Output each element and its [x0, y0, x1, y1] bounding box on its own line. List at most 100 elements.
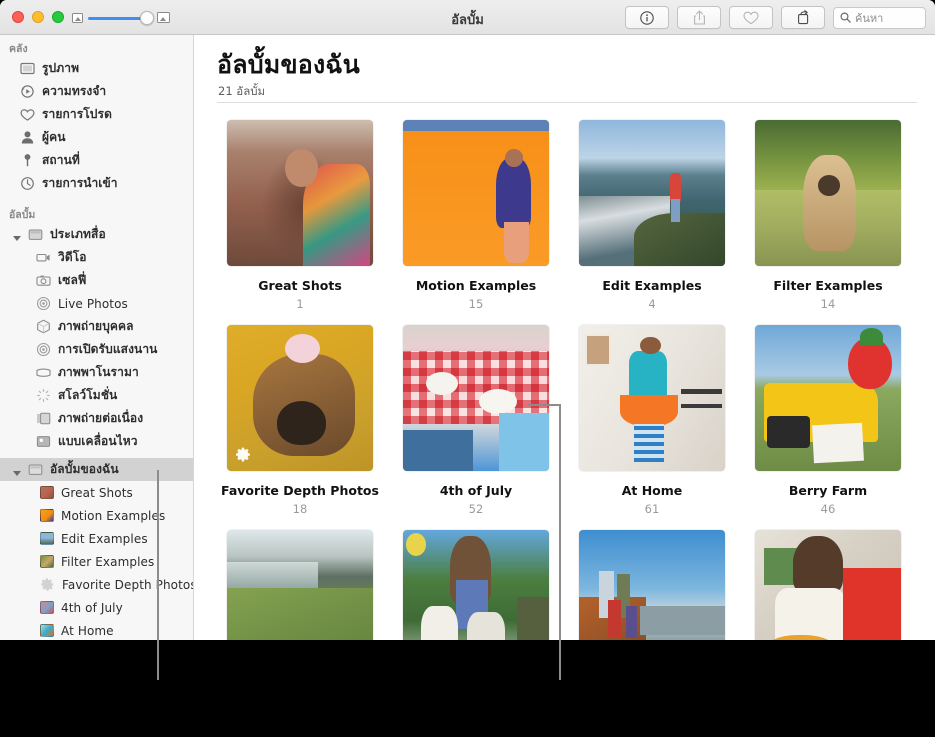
sidebar-item-label: Great Shots: [61, 486, 133, 500]
sidebar-item-great-shots[interactable]: Great Shots: [0, 481, 193, 504]
album-artwork-girl-with-guitar: [755, 530, 901, 640]
sidebar-item-my-albums[interactable]: อัลบั้มของฉัน: [0, 458, 193, 481]
share-button[interactable]: [677, 6, 721, 29]
chevron-down-icon[interactable]: [6, 462, 21, 477]
sidebar-item-imports[interactable]: รายการนำเข้า: [0, 172, 193, 195]
search-icon: [840, 12, 851, 23]
album-artwork-picnic-table: [403, 325, 549, 471]
info-icon: [640, 11, 654, 25]
animated-icon: [36, 434, 51, 449]
sidebar-item-slomo[interactable]: สโลว์โมชั่น: [0, 384, 193, 407]
gear-icon: [40, 577, 55, 592]
album-name: At Home: [564, 483, 740, 498]
album-thumbnail[interactable]: [579, 325, 725, 471]
search-placeholder: ค้นหา: [855, 9, 883, 27]
album-name: Filter Examples: [740, 278, 916, 293]
sidebar-item-portraits[interactable]: ภาพถ่ายบุคคล: [0, 315, 193, 338]
album-artwork-family-on-cliff: [579, 530, 725, 640]
sidebar-item-favorites[interactable]: รายการโปรด: [0, 103, 193, 126]
sidebar-item-label: ภาพพาโนรามา: [58, 363, 139, 382]
album-thumbnail[interactable]: [403, 530, 549, 640]
album-item[interactable]: Edit Examples 4: [564, 120, 740, 311]
pin-icon: [20, 153, 35, 168]
slomo-icon: [36, 388, 51, 403]
album-thumbnail-icon: [40, 532, 54, 545]
sidebar-item-long-exposure[interactable]: การเปิดรับแสงนาน: [0, 338, 193, 361]
album-name: Berry Farm: [740, 483, 916, 498]
album-thumbnail[interactable]: [227, 325, 373, 471]
sidebar-item-places[interactable]: สถานที่: [0, 149, 193, 172]
sidebar-item-panoramas[interactable]: ภาพพาโนรามา: [0, 361, 193, 384]
album-thumbnail[interactable]: [755, 325, 901, 471]
album-item[interactable]: Great Shots 1: [212, 120, 388, 311]
sidebar-item-label: Favorite Depth Photos: [62, 578, 194, 592]
sidebar-item-at-home[interactable]: At Home: [0, 619, 193, 640]
album-item[interactable]: At Home 61: [564, 325, 740, 516]
sidebar-item-favorite-depth-photos[interactable]: Favorite Depth Photos: [0, 573, 193, 596]
titlebar: อัลบั้ม: [0, 0, 935, 35]
chevron-down-icon[interactable]: [6, 227, 21, 242]
album-item[interactable]: [388, 530, 564, 640]
album-thumbnail[interactable]: [755, 120, 901, 266]
sidebar-item-motion-examples[interactable]: Motion Examples: [0, 504, 193, 527]
album-name: 4th of July: [388, 483, 564, 498]
album-item[interactable]: Motion Examples 15: [388, 120, 564, 311]
sidebar-item-memories[interactable]: ความทรงจำ: [0, 80, 193, 103]
sidebar-item-selfies[interactable]: เซลฟี่: [0, 269, 193, 292]
album-artwork-coastal-wildflowers: [227, 530, 373, 640]
sidebar-item-edit-examples[interactable]: Edit Examples: [0, 527, 193, 550]
clock-icon: [20, 176, 35, 191]
album-thumbnail[interactable]: [755, 530, 901, 640]
sidebar-item-label: การเปิดรับแสงนาน: [58, 340, 158, 359]
album-artwork-woman-brick-building: [227, 120, 373, 266]
album-item[interactable]: [212, 530, 388, 640]
album-item[interactable]: 4th of July 52: [388, 325, 564, 516]
folder-icon: [28, 462, 43, 477]
sidebar-item-filter-examples[interactable]: Filter Examples: [0, 550, 193, 573]
album-count: 18: [212, 502, 388, 516]
sidebar-item-photos[interactable]: รูปภาพ: [0, 57, 193, 80]
rotate-icon: [796, 10, 811, 25]
album-artwork-coast-cliff-person: [579, 120, 725, 266]
album-item[interactable]: [740, 530, 916, 640]
page-title: อัลบั้มของฉัน: [217, 45, 360, 85]
sidebar-item-label: 4th of July: [61, 601, 123, 615]
sidebar-item-people[interactable]: ผู้คน: [0, 126, 193, 149]
album-thumbnail[interactable]: [227, 120, 373, 266]
search-field[interactable]: ค้นหา: [833, 7, 926, 29]
album-name: Edit Examples: [564, 278, 740, 293]
album-count: 14: [740, 297, 916, 311]
sidebar-item-label: สถานที่: [42, 151, 80, 170]
album-count-subtitle: 21 อัลบั้ม: [218, 83, 265, 101]
person-icon: [20, 130, 35, 145]
sidebar-item-videos[interactable]: วิดีโอ: [0, 246, 193, 269]
callout-line-grid-horizontal: [527, 404, 561, 406]
album-thumbnail[interactable]: [403, 120, 549, 266]
sidebar-item-4th-of-july[interactable]: 4th of July: [0, 596, 193, 619]
sidebar-item-animated[interactable]: แบบเคลื่อนไหว: [0, 430, 193, 453]
favorite-button[interactable]: [729, 6, 773, 29]
album-thumbnail[interactable]: [579, 530, 725, 640]
gear-icon: [235, 446, 252, 463]
sidebar-item-label: Filter Examples: [61, 555, 154, 569]
info-button[interactable]: [625, 6, 669, 29]
album-item[interactable]: Favorite Depth Photos 18: [212, 325, 388, 516]
album-count: 1: [212, 297, 388, 311]
sidebar-item-label: Live Photos: [58, 297, 128, 311]
sidebar[interactable]: คลัง รูปภาพ ความทรงจำ รายการโปรด ผู้คน: [0, 35, 194, 640]
album-thumbnail[interactable]: [403, 325, 549, 471]
sidebar-item-media-types[interactable]: ประเภทสื่อ: [0, 223, 193, 246]
album-thumbnail[interactable]: [579, 120, 725, 266]
sidebar-item-label: แบบเคลื่อนไหว: [58, 432, 138, 451]
sidebar-item-live-photos[interactable]: Live Photos: [0, 292, 193, 315]
album-item[interactable]: Berry Farm 46: [740, 325, 916, 516]
album-item[interactable]: Filter Examples 14: [740, 120, 916, 311]
sidebar-item-bursts[interactable]: ภาพถ่ายต่อเนื่อง: [0, 407, 193, 430]
album-item[interactable]: [564, 530, 740, 640]
album-thumbnail-icon: [40, 555, 54, 568]
callout-line-grid-vertical: [559, 404, 561, 680]
rotate-button[interactable]: [781, 6, 825, 29]
sidebar-item-label: ความทรงจำ: [42, 82, 106, 101]
album-thumbnail[interactable]: [227, 530, 373, 640]
folder-icon: [28, 227, 43, 242]
